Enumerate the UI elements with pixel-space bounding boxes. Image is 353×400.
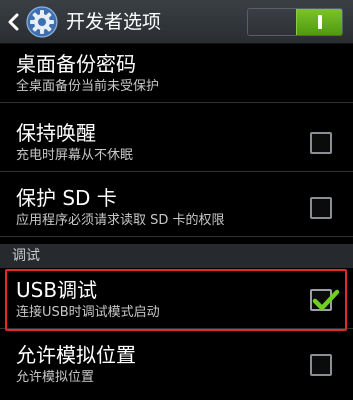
list-item-title: 保护 SD 卡 <box>16 186 117 210</box>
allow-mock-locations-checkbox[interactable] <box>310 354 332 376</box>
chevron-left-icon <box>8 13 19 31</box>
page-title: 开发者选项 <box>66 11 162 33</box>
checkmark-icon <box>312 289 340 311</box>
category-header-debugging: 调试 <box>0 244 353 268</box>
protect-sd-card-checkbox[interactable] <box>310 197 332 219</box>
list-item-title: 允许模拟位置 <box>16 343 136 367</box>
list-item-summary: 连接USB时调试模式启动 <box>16 305 160 320</box>
list-item-title: 桌面备份密码 <box>16 52 136 76</box>
list-item-allow-mock-locations[interactable]: 允许模拟位置 允许模拟位置 <box>0 336 353 394</box>
list-item-desktop-backup-password[interactable]: 桌面备份密码 全桌面备份当前未受保护 <box>0 45 353 103</box>
list-item-summary: 应用程序必须请求读取 SD 卡的权限 <box>16 213 225 228</box>
list-item-summary: 充电时屏幕从不休眠 <box>16 148 134 163</box>
developer-options-switch[interactable] <box>247 8 343 36</box>
action-bar: 开发者选项 <box>0 0 353 44</box>
switch-off-track <box>248 9 296 35</box>
list-item-title: USB调试 <box>16 278 98 302</box>
list-item-protect-sd-card[interactable]: 保护 SD 卡 应用程序必须请求读取 SD 卡的权限 <box>0 179 353 237</box>
list-item-usb-debugging[interactable]: USB调试 连接USB时调试模式启动 <box>0 271 353 329</box>
back-button[interactable] <box>0 0 58 44</box>
list-item-title: 保持唤醒 <box>16 121 96 145</box>
stay-awake-checkbox[interactable] <box>310 132 332 154</box>
developer-options-screen: 开发者选项 桌面备份密码 全桌面备份当前未受保护 保持唤醒 充电时屏幕从不休眠 … <box>0 0 353 400</box>
list-item-stay-awake[interactable]: 保持唤醒 充电时屏幕从不休眠 <box>0 114 353 172</box>
usb-debugging-checkbox[interactable] <box>310 289 340 311</box>
category-label: 调试 <box>12 248 40 264</box>
list-item-summary: 允许模拟位置 <box>16 370 95 385</box>
switch-on-thumb <box>296 9 342 35</box>
list-item-summary: 全桌面备份当前未受保护 <box>16 79 160 94</box>
gear-icon <box>26 6 58 38</box>
